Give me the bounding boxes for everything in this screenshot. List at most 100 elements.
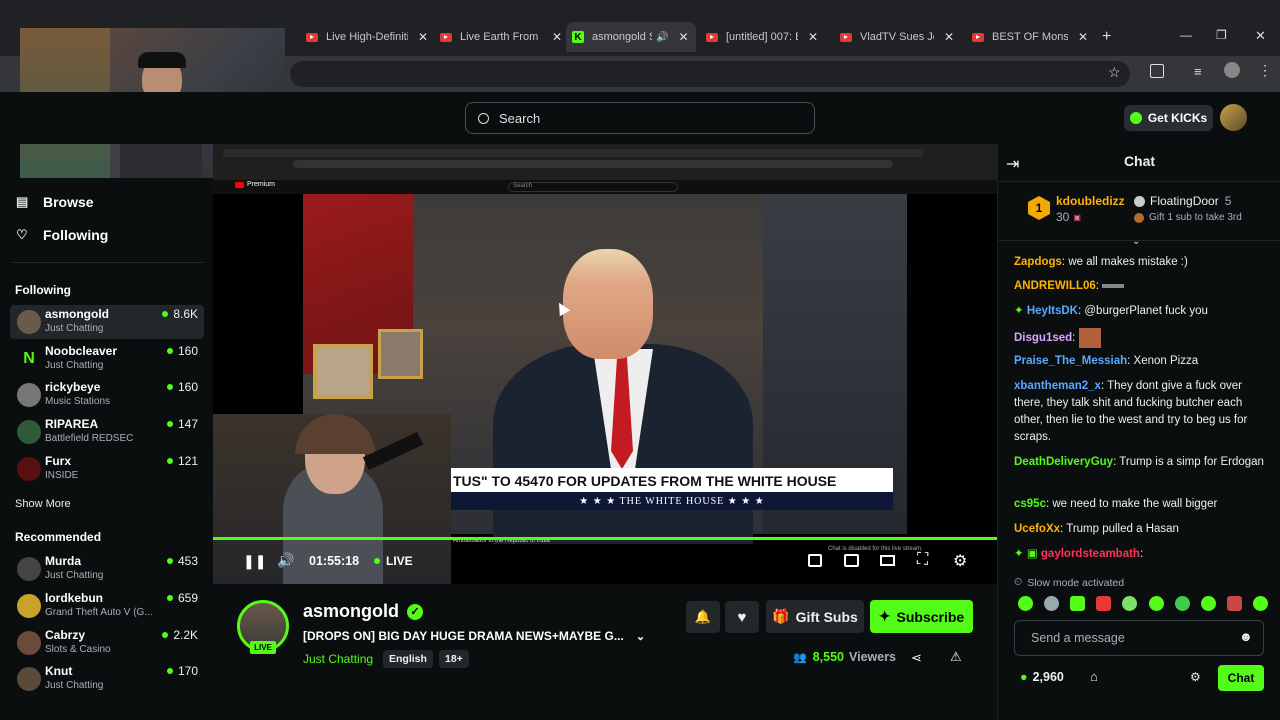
chat-text: @burgerPlanet fuck you <box>1084 305 1208 317</box>
url-field[interactable] <box>290 61 1130 87</box>
sidebar-channel[interactable]: Cabrzy Slots & Casino 2.2K <box>10 626 204 660</box>
follow-button[interactable]: ♥ <box>725 601 759 633</box>
speaker-icon[interactable]: 🔊 <box>656 32 668 43</box>
video-player[interactable]: Premium Search TUS" TO 45470 FOR UPDATES… <box>213 144 997 584</box>
browser-tab[interactable]: BEST OF Monste ✕ <box>966 24 1094 50</box>
browser-tab[interactable]: VladTV Sues Joy ✕ <box>834 24 962 50</box>
emote-icon[interactable] <box>1044 596 1060 611</box>
minimize-icon[interactable]: — <box>1180 28 1192 42</box>
close-icon[interactable]: ✕ <box>552 30 562 44</box>
leaderboard-user-2[interactable]: FloatingDoor <box>1150 194 1219 208</box>
subscribe-button[interactable]: ✦ Subscribe <box>870 600 973 633</box>
chat-username[interactable]: UcefoXx <box>1014 523 1060 535</box>
restore-icon[interactable]: ❐ <box>1216 28 1227 42</box>
chat-username[interactable]: HeyItsDK <box>1027 305 1078 317</box>
pause-icon[interactable]: ❚❚ <box>243 553 266 570</box>
chat-message: ✦ HeyItsDK: @burgerPlanet fuck you <box>1014 305 1208 317</box>
theater-mode-icon[interactable] <box>880 555 895 566</box>
channel-name: rickybeye <box>45 380 101 394</box>
emote-icon[interactable] <box>1148 596 1164 611</box>
user-avatar[interactable] <box>1220 104 1247 131</box>
profile-icon[interactable] <box>1224 62 1240 78</box>
browser-tab[interactable]: Live High-Definiti ✕ <box>300 24 428 50</box>
chevron-down-icon[interactable]: ⌄ <box>636 630 645 643</box>
close-icon[interactable]: ✕ <box>1078 30 1088 44</box>
browser-tab[interactable]: Live Earth From S ✕ <box>434 24 562 50</box>
emote-icon[interactable] <box>1226 596 1242 611</box>
emoji-icon[interactable]: ☻ <box>1239 629 1253 644</box>
sidebar-channel[interactable]: RIPAREA Battlefield REDSEC 147 <box>10 415 204 449</box>
channel-points[interactable]: ● 2,960 <box>1020 670 1064 684</box>
rank-three-icon <box>1134 212 1144 223</box>
get-kicks-button[interactable]: Get KICKs <box>1124 105 1213 131</box>
emote-icon[interactable] <box>1252 596 1268 611</box>
chat-username[interactable]: gaylordsteambath <box>1041 548 1140 560</box>
fullscreen-icon[interactable]: ⛶ <box>917 551 928 569</box>
emote-icon[interactable] <box>1070 596 1086 611</box>
chat-username[interactable]: ANDREWILL06 <box>1014 280 1096 292</box>
close-icon[interactable]: ✕ <box>418 30 428 44</box>
extensions-icon[interactable] <box>1150 64 1164 78</box>
miniplayer-icon[interactable] <box>808 554 822 567</box>
sidebar-channel[interactable]: rickybeye Music Stations 160 <box>10 378 204 412</box>
send-chat-button[interactable]: Chat <box>1218 665 1264 691</box>
report-warning-icon[interactable]: ⚠ <box>950 649 962 665</box>
close-icon[interactable]: ✕ <box>678 30 688 44</box>
sub-badge-icon: ✦ <box>1014 305 1024 317</box>
new-tab-icon[interactable]: + <box>1102 28 1111 46</box>
chat-input[interactable]: Send a message ☻ <box>1014 620 1264 656</box>
show-more-button[interactable]: Show More <box>15 498 71 510</box>
settings-gear-icon[interactable]: ⚙ <box>953 551 967 571</box>
chat-username[interactable]: DeathDeliveryGuy <box>1014 456 1113 468</box>
sidebar-channel[interactable]: asmongold Just Chatting 8.6K <box>10 305 204 339</box>
kick-coin-icon <box>1129 112 1142 124</box>
chat-username[interactable]: Disgu1sed <box>1014 332 1072 344</box>
sidebar-channel[interactable]: Knut Just Chatting 170 <box>10 662 204 696</box>
clip-icon[interactable] <box>844 554 859 567</box>
sidebar-following[interactable]: ♡ Following <box>16 227 108 243</box>
sidebar-channel[interactable]: Murda Just Chatting 453 <box>10 552 204 586</box>
volume-icon[interactable]: 🔊 <box>277 552 294 569</box>
share-icon[interactable]: ⋖ <box>911 650 922 666</box>
sidebar-channel[interactable]: N Noobcleaver Just Chatting 160 <box>10 342 204 376</box>
close-icon[interactable]: ✕ <box>808 30 818 44</box>
close-icon[interactable]: ✕ <box>944 30 954 44</box>
emote-icon[interactable] <box>1122 596 1138 611</box>
tag-language[interactable]: English <box>383 650 433 668</box>
gift-subs-button[interactable]: 🎁 Gift Subs <box>766 600 864 633</box>
tag-mature[interactable]: 18+ <box>439 650 469 668</box>
bookmark-star-icon[interactable]: ☆ <box>1108 64 1121 81</box>
store-icon[interactable]: ⌂ <box>1090 669 1098 684</box>
emote-icon[interactable] <box>1200 596 1216 611</box>
avatar <box>17 557 41 581</box>
kick-logo-icon: K <box>572 31 584 43</box>
browser-menu-icon[interactable]: ⋮ <box>1258 62 1272 79</box>
inner-tabstrip <box>223 149 923 157</box>
chat-username[interactable]: Praise_The_Messiah <box>1014 355 1127 367</box>
emote-icon[interactable] <box>1096 596 1112 611</box>
chat-username[interactable]: cs95c <box>1014 498 1046 510</box>
chat-message: cs95c: we need to make the wall bigger <box>1014 498 1218 510</box>
chat-username[interactable]: Zapdogs <box>1014 256 1062 268</box>
leaderboard-user[interactable]: kdoubledizz <box>1056 194 1125 208</box>
sidebar-channel[interactable]: Furx INSIDE 121 <box>10 452 204 486</box>
window-close-icon[interactable]: ✕ <box>1255 28 1266 44</box>
media-controls-icon[interactable]: ≡ <box>1194 64 1202 79</box>
emote-icon[interactable] <box>1174 596 1190 611</box>
sidebar-browse[interactable]: ▤ Browse <box>16 194 94 210</box>
channel-name: Knut <box>45 664 73 678</box>
avatar <box>17 457 41 481</box>
channel-name[interactable]: asmongold <box>303 601 399 622</box>
notification-bell-button[interactable]: 🔔 <box>686 601 720 633</box>
search-input[interactable]: Search <box>465 102 815 134</box>
gift-subs-label: Gift Subs <box>795 608 858 625</box>
sidebar-channel[interactable]: lordkebun Grand Theft Auto V (G... 659 <box>10 589 204 623</box>
channel-name: asmongold <box>45 307 110 321</box>
browser-tab[interactable]: [untitled] 007: Bi ✕ <box>700 24 828 50</box>
chat-settings-icon[interactable]: ⚙ <box>1190 670 1201 684</box>
expand-chevron-icon[interactable]: ⌄ <box>1132 236 1140 247</box>
stream-category[interactable]: Just Chatting <box>303 652 373 666</box>
chat-username[interactable]: xbantheman2_x <box>1014 380 1101 392</box>
browser-tab-active[interactable]: Kasmongold S 🔊 ✕ <box>566 22 696 52</box>
emote-icon[interactable] <box>1018 596 1033 611</box>
